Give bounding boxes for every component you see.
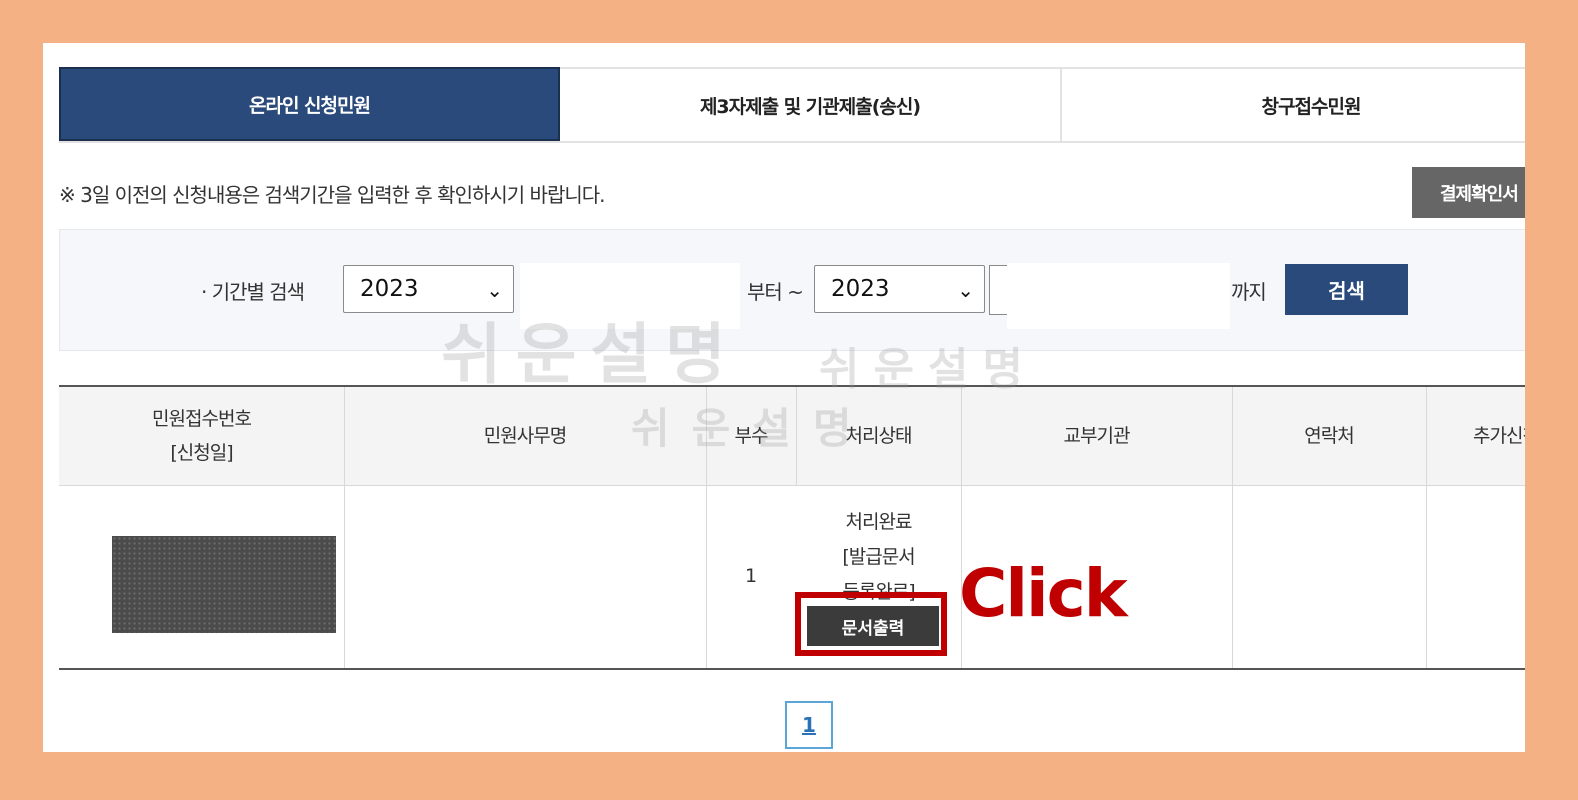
copies-value: 1 — [745, 565, 757, 587]
to-date-field[interactable] — [1007, 263, 1230, 329]
redacted-receipt-number — [112, 536, 336, 633]
period-search-label: · 기간별 검색 — [201, 280, 305, 304]
to-suffix-label: 까지 — [1231, 280, 1267, 304]
click-highlight-box — [795, 592, 947, 656]
search-notice: ※ 3일 이전의 신청내용은 검색기간을 입력한 후 확인하시기 바랍니다. — [59, 183, 605, 207]
divider — [1426, 387, 1427, 668]
to-date-field-edge[interactable] — [989, 265, 1009, 315]
tab-bar: 온라인 신청민원 제3자제출 및 기관제출(송신) 창구접수민원 — [59, 67, 1525, 143]
application-table: 민원접수번호[신청일] 민원사무명 부수 처리상태 교부기관 연락처 추가신청 … — [59, 385, 1525, 670]
to-year-select[interactable]: 2023 ⌄ — [814, 265, 985, 313]
col-copies: 부수 — [734, 425, 769, 447]
divider — [344, 387, 345, 668]
col-issuing-office: 교부기관 — [1063, 425, 1131, 447]
col-receipt-number: 민원접수번호 [신청일] — [152, 408, 252, 464]
chevron-down-icon: ⌄ — [957, 278, 974, 302]
bullet-icon: · — [201, 280, 212, 304]
tab-online-application[interactable]: 온라인 신청민원 — [59, 67, 560, 141]
pagination-page-1[interactable]: 1 — [785, 701, 833, 749]
from-suffix-label: 부터 ~ — [747, 280, 804, 304]
content-panel: 온라인 신청민원 제3자제출 및 기관제출(송신) 창구접수민원 ※ 3일 이전… — [43, 43, 1525, 752]
click-annotation: Click — [959, 555, 1128, 632]
from-year-select[interactable]: 2023 ⌄ — [343, 265, 514, 313]
col-status: 처리상태 — [845, 425, 913, 447]
divider — [706, 387, 707, 668]
search-button[interactable]: 검색 — [1285, 264, 1408, 315]
table-header: 민원접수번호[신청일] 민원사무명 부수 처리상태 교부기관 연락처 추가신청 — [59, 387, 1525, 486]
tab-third-party-submission[interactable]: 제3자제출 및 기관제출(송신) — [560, 69, 1060, 141]
from-date-field[interactable] — [520, 263, 740, 329]
chevron-down-icon: ⌄ — [486, 278, 503, 302]
col-contact: 연락처 — [1304, 425, 1354, 447]
col-additional-request: 추가신청 — [1473, 425, 1525, 447]
col-service-name: 민원사무명 — [483, 425, 567, 447]
tab-counter-receipt[interactable]: 창구접수민원 — [1060, 69, 1525, 141]
payment-confirmation-button[interactable]: 결제확인서 — [1412, 167, 1525, 218]
divider — [1232, 387, 1233, 668]
divider — [796, 387, 797, 485]
